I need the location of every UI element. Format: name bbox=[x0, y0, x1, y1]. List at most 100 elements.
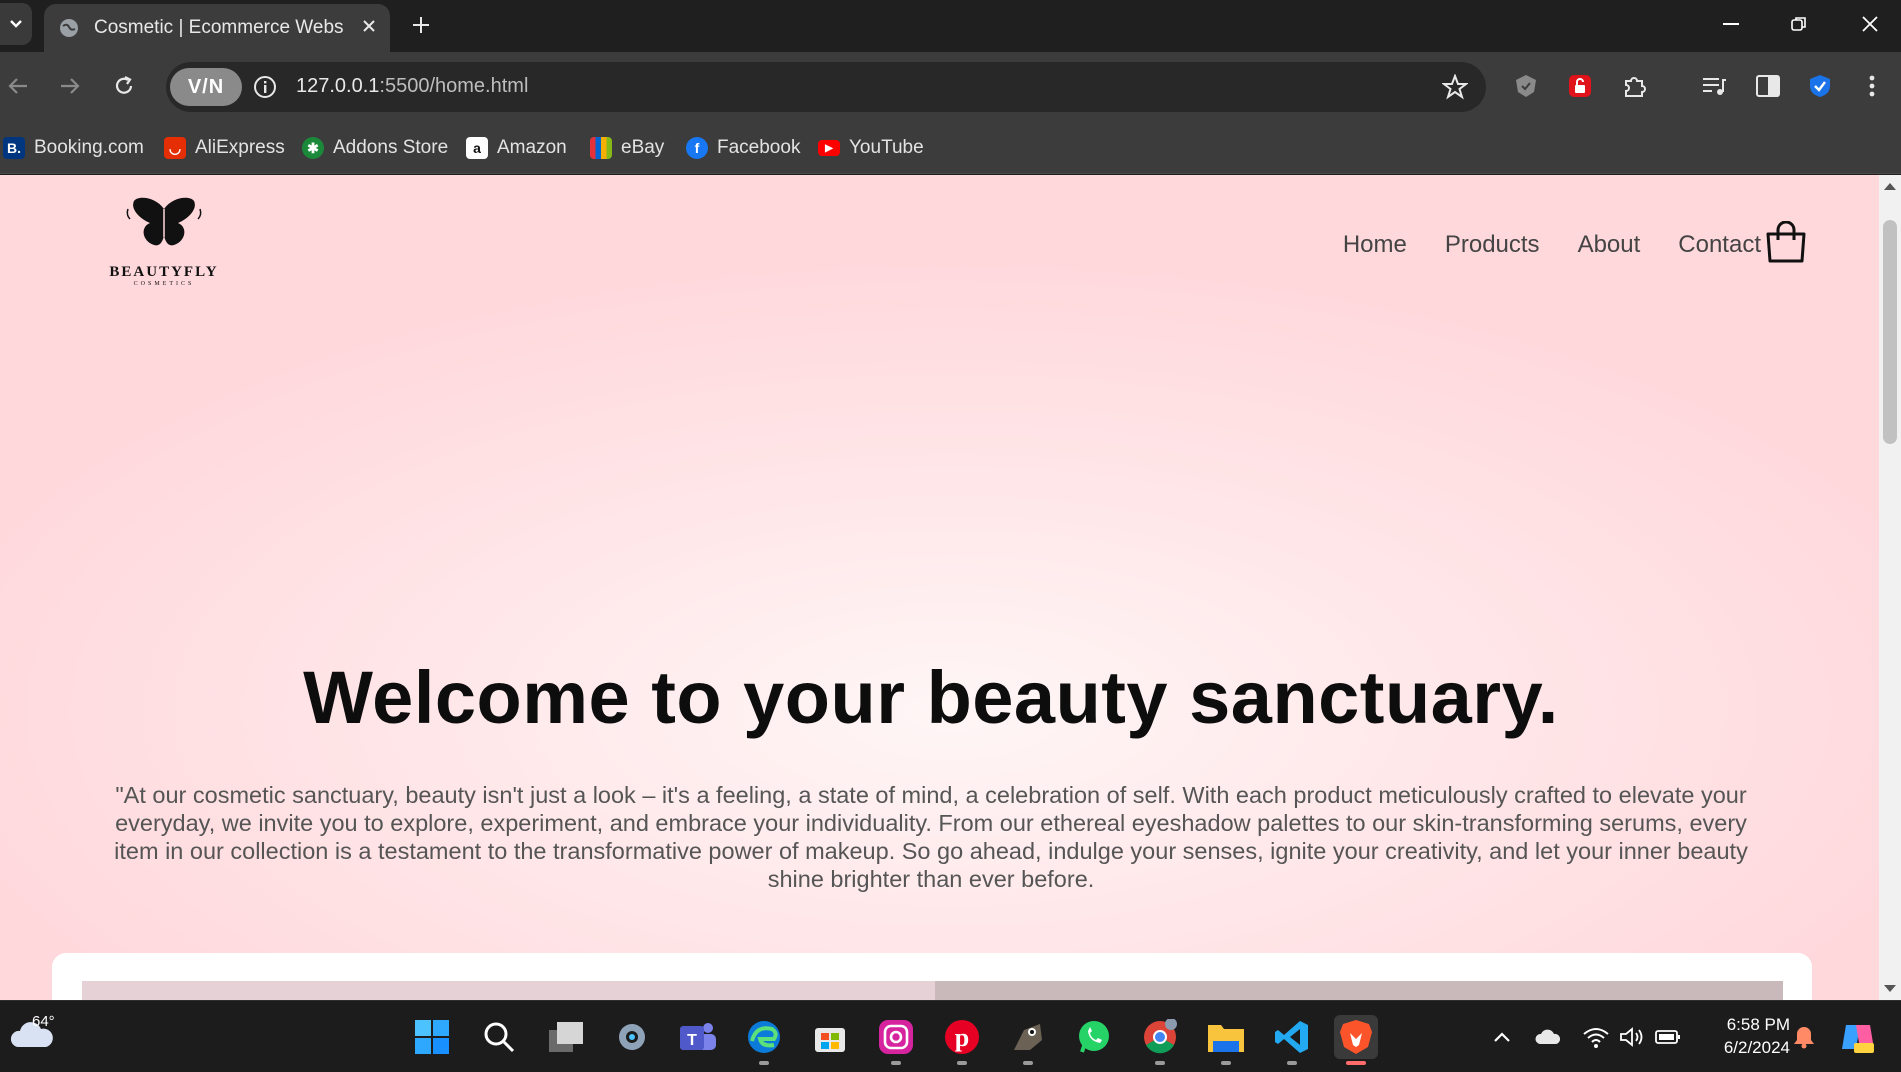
brand-logo[interactable]: BEAUTYFLY COSMETICS bbox=[108, 195, 220, 295]
taskbar-vscode[interactable] bbox=[1270, 1015, 1314, 1065]
extension-shield-icon[interactable] bbox=[1510, 70, 1542, 102]
close-tab-icon[interactable] bbox=[362, 19, 376, 38]
forward-button[interactable] bbox=[52, 68, 88, 104]
vpn-button[interactable]: V/N bbox=[170, 68, 242, 106]
running-indicator bbox=[891, 1061, 901, 1065]
taskbar-instagram[interactable] bbox=[874, 1015, 918, 1065]
scroll-down-arrow-icon[interactable] bbox=[1884, 985, 1896, 992]
volume-icon bbox=[1620, 1027, 1643, 1047]
bookmark-aliexpress[interactable]: ◡ AliExpress bbox=[164, 134, 285, 162]
booking-icon: B. bbox=[3, 137, 25, 159]
arrow-left-icon bbox=[8, 78, 27, 94]
browser-menu-icon[interactable] bbox=[1856, 70, 1888, 102]
close-window-button[interactable] bbox=[1845, 6, 1895, 42]
volume-tray[interactable] bbox=[1618, 1023, 1646, 1051]
weather-widget[interactable]: 64° bbox=[10, 1013, 55, 1055]
media-playlist-icon[interactable] bbox=[1698, 70, 1730, 102]
bookmark-facebook[interactable]: f Facebook bbox=[686, 134, 800, 162]
copilot-button[interactable] bbox=[1838, 1017, 1878, 1057]
showcase-image-left bbox=[82, 981, 935, 1000]
taskbar-teams[interactable]: T bbox=[676, 1015, 720, 1059]
taskbar-whatsapp[interactable] bbox=[1072, 1015, 1116, 1059]
bookmark-star-icon[interactable] bbox=[1441, 73, 1469, 105]
extension-lock-icon[interactable] bbox=[1564, 70, 1596, 102]
notifications-tray[interactable] bbox=[1790, 1023, 1818, 1051]
minimize-icon bbox=[1723, 23, 1739, 25]
running-indicator bbox=[1287, 1061, 1297, 1065]
taskbar-settings[interactable] bbox=[610, 1015, 654, 1059]
extensions-puzzle-icon[interactable] bbox=[1618, 70, 1650, 102]
running-indicator bbox=[1155, 1061, 1165, 1065]
system-clock[interactable]: 6:58 PM 6/2/2024 bbox=[1700, 1013, 1790, 1059]
task-view-button[interactable] bbox=[544, 1015, 588, 1059]
side-panel-icon[interactable] bbox=[1752, 70, 1784, 102]
restore-button[interactable] bbox=[1774, 6, 1824, 42]
taskbar-edge[interactable] bbox=[742, 1015, 786, 1065]
instagram-icon bbox=[879, 1020, 913, 1054]
extension-guard-icon[interactable] bbox=[1804, 70, 1836, 102]
taskbar-search-button[interactable] bbox=[477, 1015, 521, 1059]
url-text[interactable]: 127.0.0.1:5500/home.html bbox=[296, 75, 528, 98]
cloud-icon bbox=[1535, 1029, 1561, 1044]
bookmark-ebay[interactable]: eBay bbox=[590, 134, 664, 162]
nav-about[interactable]: About bbox=[1578, 231, 1641, 259]
vscode-icon bbox=[1275, 1021, 1308, 1053]
browser-toolbar: V/N 127.0.0.1:5500/home.html bbox=[0, 52, 1901, 122]
bookmarks-bar: B. Booking.com ◡ AliExpress ✱ Addons Sto… bbox=[0, 122, 1901, 174]
taskbar-file-explorer[interactable] bbox=[1204, 1015, 1248, 1065]
facebook-icon: f bbox=[686, 137, 708, 159]
scrollbar-thumb[interactable] bbox=[1883, 220, 1897, 444]
amazon-icon: a bbox=[466, 137, 488, 159]
show-hidden-icons-button[interactable] bbox=[1488, 1023, 1516, 1051]
active-tab[interactable]: Cosmetic | Ecommerce Website bbox=[44, 4, 390, 52]
minimize-button[interactable] bbox=[1706, 6, 1756, 42]
aliexpress-icon: ◡ bbox=[164, 137, 186, 159]
cart-button[interactable] bbox=[1765, 220, 1807, 268]
wifi-tray[interactable] bbox=[1582, 1023, 1610, 1051]
back-button[interactable] bbox=[0, 68, 36, 104]
chrome-icon bbox=[1144, 1019, 1177, 1054]
bookmark-addons-store[interactable]: ✱ Addons Store bbox=[302, 134, 448, 162]
new-tab-button[interactable] bbox=[406, 10, 436, 40]
svg-text:p: p bbox=[955, 1023, 969, 1052]
globe-icon bbox=[60, 19, 78, 37]
site-info-icon[interactable] bbox=[252, 74, 278, 105]
tab-search-button[interactable] bbox=[0, 3, 32, 45]
bell-icon bbox=[1794, 1027, 1814, 1049]
bookmark-youtube[interactable]: ▶ YouTube bbox=[818, 134, 924, 162]
running-indicator bbox=[1023, 1061, 1033, 1065]
vpn-label: V/N bbox=[187, 75, 225, 98]
windows-taskbar: 64° T p 6:58 PM 6/2/2024 bbox=[0, 1000, 1901, 1072]
scroll-up-arrow-icon[interactable] bbox=[1884, 183, 1896, 190]
reload-button[interactable] bbox=[106, 68, 142, 104]
page-scrollbar[interactable] bbox=[1879, 175, 1901, 1000]
start-icon bbox=[415, 1020, 449, 1054]
onedrive-tray[interactable] bbox=[1534, 1023, 1562, 1051]
restore-icon bbox=[1791, 17, 1806, 31]
taskbar-chrome[interactable] bbox=[1138, 1015, 1182, 1065]
nav-contact[interactable]: Contact bbox=[1678, 231, 1761, 259]
pinterest-icon: p bbox=[945, 1020, 979, 1054]
start-button[interactable] bbox=[410, 1015, 454, 1059]
arrow-right-icon bbox=[61, 78, 80, 94]
address-bar[interactable]: V/N 127.0.0.1:5500/home.html bbox=[166, 62, 1486, 112]
taskbar-pinterest[interactable]: p bbox=[940, 1015, 984, 1065]
clock-time: 6:58 PM bbox=[1726, 1015, 1790, 1034]
bookmark-amazon[interactable]: a Amazon bbox=[466, 134, 567, 162]
settings-icon bbox=[619, 1024, 645, 1050]
bookmark-booking[interactable]: B. Booking.com bbox=[3, 134, 144, 162]
search-icon bbox=[484, 1022, 515, 1053]
running-indicator bbox=[957, 1061, 967, 1065]
file-explorer-icon bbox=[1208, 1025, 1244, 1052]
nav-home[interactable]: Home bbox=[1343, 231, 1407, 259]
taskbar-store[interactable] bbox=[808, 1015, 852, 1059]
butterfly-logo-icon bbox=[126, 197, 202, 246]
close-icon bbox=[1862, 16, 1878, 32]
battery-tray[interactable] bbox=[1654, 1023, 1682, 1051]
edge-icon bbox=[748, 1021, 780, 1053]
taskbar-brave[interactable] bbox=[1334, 1015, 1378, 1065]
taskbar-gimp[interactable] bbox=[1006, 1015, 1050, 1065]
addons-store-icon: ✱ bbox=[302, 137, 324, 159]
nav-products[interactable]: Products bbox=[1445, 231, 1540, 259]
task-view-icon bbox=[549, 1022, 583, 1052]
